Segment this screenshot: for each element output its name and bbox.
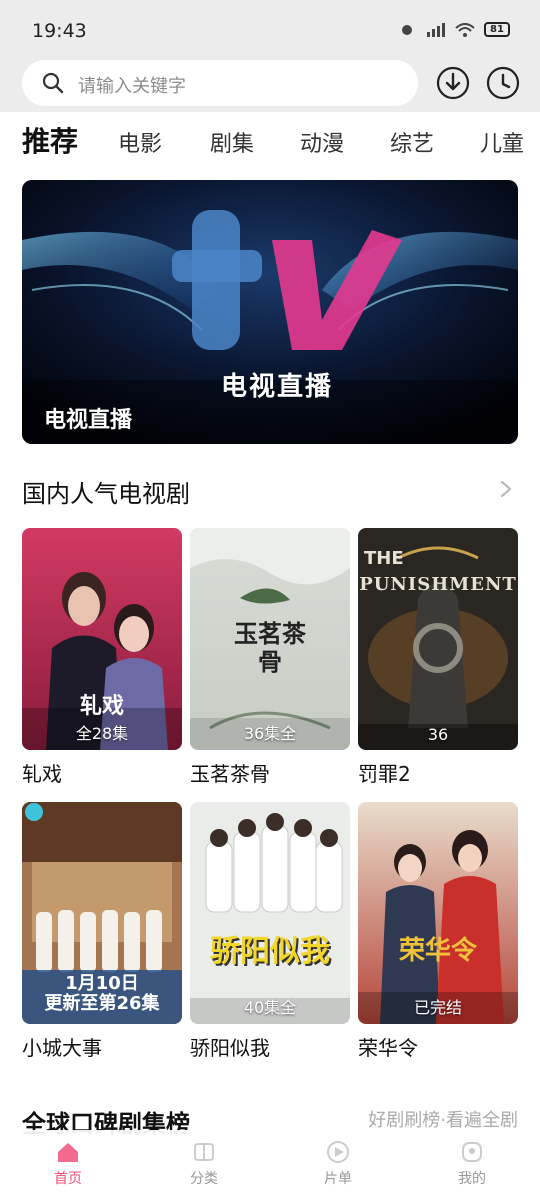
poster-title-text: 玉茗茶骨 [234, 619, 306, 676]
section-title: 国内人气电视剧 [22, 480, 190, 508]
category-tabs: 推荐 电影 剧集 动漫 综艺 儿童 [0, 118, 540, 168]
search-box[interactable]: 请输入关键字 [22, 60, 418, 106]
episode-badge: 40集全 [243, 998, 297, 1017]
nav-label: 首页 [54, 1171, 82, 1187]
poster-title-text: 1月10日 更新至第26集 [44, 973, 160, 1014]
bottom-nav: 首页 分类 片单 我的 [0, 1130, 540, 1204]
poster-title-text: 轧戏 [79, 693, 124, 719]
show-poster: 轧戏 全28集 [22, 528, 182, 750]
poster-art [190, 802, 350, 1024]
show-card[interactable]: 轧戏 全28集 轧戏 [22, 528, 182, 787]
alarm-icon [402, 24, 412, 35]
nav-home[interactable]: 首页 [18, 1138, 118, 1188]
chevron-right-icon[interactable] [500, 480, 512, 498]
history-icon[interactable] [486, 66, 520, 100]
section-more-link[interactable]: 好剧刷榜·看遍全剧 [368, 1106, 518, 1132]
show-poster: 骄阳似我 40集全 [190, 802, 350, 1024]
show-title: 骄阳似我 [190, 1036, 270, 1060]
episode-badge: 36 [427, 725, 449, 744]
battery-indicator: 81 [484, 22, 510, 37]
episode-badge: 36集全 [243, 724, 297, 743]
poster-title-text: 骄阳似我 [210, 934, 330, 969]
show-title: 罚罪2 [358, 762, 411, 786]
download-icon[interactable] [436, 66, 470, 100]
show-poster: 荣华令 已完结 [358, 802, 518, 1024]
signal-icon [427, 22, 445, 37]
nav-label: 我的 [458, 1171, 486, 1187]
status-icons: 81 [397, 22, 510, 37]
show-card[interactable]: 骄阳似我 40集全 骄阳似我 [190, 802, 350, 1061]
live-tv-banner[interactable]: 电视直播 电视直播 [22, 180, 518, 444]
tab-kids[interactable]: 儿童 [480, 126, 524, 158]
wifi-icon [455, 22, 475, 37]
tab-variety[interactable]: 综艺 [390, 126, 434, 158]
episode-badge: 已完结 [413, 998, 462, 1017]
poster-title-the: THE [364, 548, 404, 569]
search-area: 请输入关键字 [0, 60, 540, 112]
tab-anime[interactable]: 动漫 [300, 126, 344, 158]
status-bar: 19:43 81 [0, 0, 540, 60]
home-icon [58, 1143, 78, 1162]
episode-badge: 全28集 [75, 724, 129, 743]
banner-label: 电视直播 [44, 408, 133, 433]
show-title: 玉茗茶骨 [190, 762, 270, 786]
banner-center-text: 电视直播 [220, 372, 333, 402]
show-card[interactable]: 1月10日 更新至第26集 小城大事 [22, 802, 182, 1061]
nav-profile[interactable]: 我的 [422, 1138, 522, 1188]
poster-art [358, 802, 518, 1024]
nav-playlist[interactable]: 片单 [288, 1138, 388, 1188]
show-poster: 1月10日 更新至第26集 [22, 802, 182, 1024]
show-card[interactable]: 玉茗茶骨 36集全 玉茗茶骨 [190, 528, 350, 787]
profile-icon [462, 1142, 482, 1162]
section-header-popular-tv[interactable]: 国内人气电视剧 [22, 470, 518, 510]
status-time: 19:43 [32, 20, 87, 42]
show-poster: THE PUNISHMENT 36 [358, 528, 518, 750]
search-input[interactable]: 请输入关键字 [78, 72, 186, 98]
show-card[interactable]: THE PUNISHMENT 36 罚罪2 [358, 528, 518, 787]
nav-label: 片单 [324, 1171, 352, 1187]
show-card[interactable]: 荣华令 已完结 荣华令 [358, 802, 518, 1061]
tab-recommend[interactable]: 推荐 [22, 120, 78, 160]
playlist-icon [327, 1141, 349, 1163]
nav-label: 分类 [190, 1171, 218, 1187]
search-icon [42, 72, 64, 94]
show-title: 荣华令 [358, 1036, 418, 1060]
tab-movies[interactable]: 电影 [118, 126, 162, 158]
poster-title-punishment: PUNISHMENT [359, 574, 517, 595]
poster-title-text: 荣华令 [398, 936, 477, 966]
show-title: 小城大事 [22, 1036, 102, 1060]
nav-category[interactable]: 分类 [154, 1138, 254, 1188]
category-icon [194, 1143, 214, 1161]
show-poster: 玉茗茶骨 36集全 [190, 528, 350, 750]
show-title: 轧戏 [22, 762, 62, 786]
tab-series[interactable]: 剧集 [210, 126, 254, 158]
